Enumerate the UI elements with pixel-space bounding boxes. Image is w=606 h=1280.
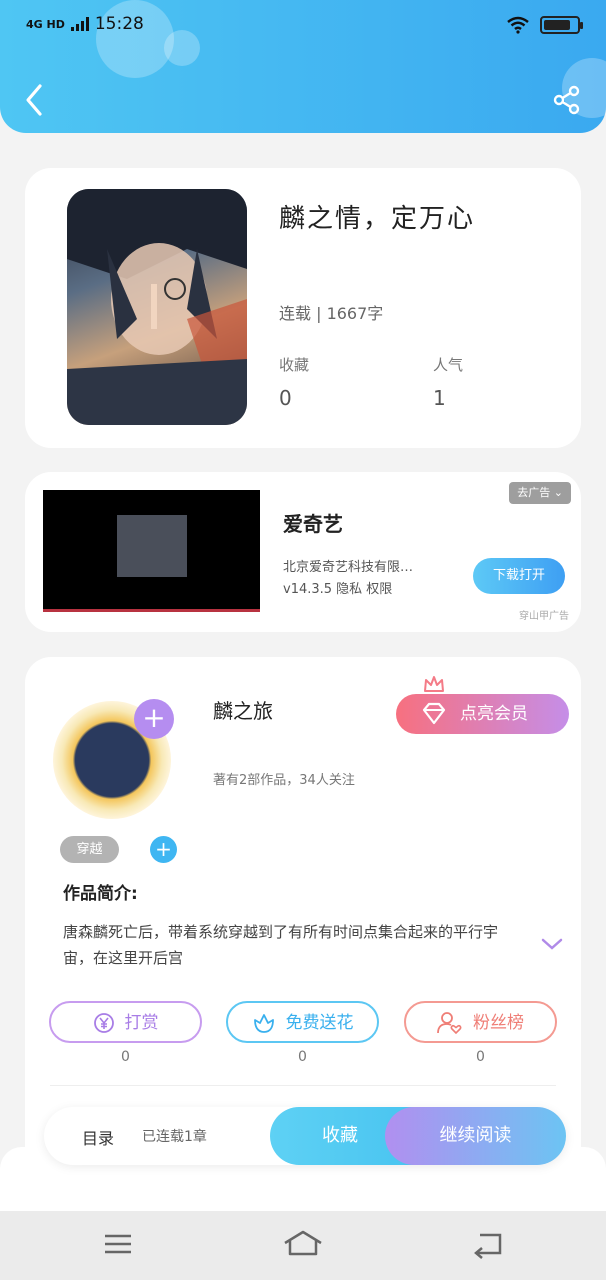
clock-time: 15:28 — [94, 14, 144, 34]
popularity-label: 人气 — [433, 356, 464, 374]
flower-count: 0 — [298, 1049, 307, 1065]
favorites-label: 收藏 — [279, 356, 310, 374]
ad-card[interactable]: 去广告 ⌄ 爱奇艺 北京爱奇艺科技有限… v14.3.5 隐私 权限 下载打开 … — [25, 472, 581, 632]
author-name: 麟之旅 — [213, 699, 273, 723]
chevron-left-icon — [26, 84, 42, 116]
reading-action-bar: 目录 已连载1章 收藏 继续阅读 — [44, 1107, 566, 1165]
book-title: 麟之情，定万心 — [279, 204, 476, 234]
share-button[interactable] — [552, 85, 582, 115]
crown-icon — [424, 676, 444, 692]
remove-ad-button[interactable]: 去广告 ⌄ — [509, 482, 571, 504]
wifi-icon — [507, 16, 529, 34]
book-cover-image[interactable] — [67, 189, 247, 425]
book-info-card: 麟之情，定万心 连载 | 1667字 收藏 0 人气 1 — [25, 168, 581, 448]
ad-download-button[interactable]: 下载打开 — [473, 558, 565, 594]
continue-reading-button[interactable]: 继续阅读 — [385, 1107, 566, 1165]
home-icon[interactable] — [283, 1229, 323, 1259]
ad-app-name: 爱奇艺 — [283, 512, 343, 536]
yen-icon — [93, 1013, 114, 1033]
signal-icon — [70, 17, 89, 31]
reward-count: 0 — [121, 1049, 130, 1065]
reward-label: 打赏 — [124, 1013, 159, 1033]
tag-pill[interactable]: 穿越 — [60, 836, 119, 863]
status-bar: 4G HD 15:28 — [26, 12, 583, 42]
battery-icon — [540, 16, 583, 34]
follow-plus-button[interactable]: + — [134, 699, 174, 739]
flower-icon — [253, 1014, 274, 1033]
cover-art — [67, 189, 247, 425]
back-nav-icon[interactable] — [472, 1229, 504, 1259]
ad-company: 北京爱奇艺科技有限… — [283, 560, 414, 575]
favorites-value: 0 — [279, 386, 292, 410]
network-indicator: 4G HD — [26, 19, 65, 30]
system-nav-bar — [0, 1211, 606, 1280]
chevron-down-icon[interactable] — [541, 937, 563, 951]
popularity-value: 1 — [433, 386, 446, 410]
book-status: 连载 | 1667字 — [279, 304, 384, 323]
divider — [50, 1085, 556, 1086]
send-flower-label: 免费送花 — [285, 1013, 354, 1033]
toc-status: 已连载1章 — [142, 1129, 207, 1145]
fans-ranking-button[interactable]: 粉丝榜 — [404, 1001, 557, 1043]
share-icon — [553, 85, 580, 115]
fans-count: 0 — [476, 1049, 485, 1065]
diamond-icon — [422, 702, 446, 725]
intro-text: 唐森麟死亡后，带着系统穿越到了有所有时间点集合起来的平行宇宙，在这里开后宫 — [63, 923, 499, 967]
back-button[interactable] — [20, 82, 50, 118]
add-tag-button[interactable]: + — [150, 836, 177, 863]
send-flower-button[interactable]: 免费送花 — [226, 1001, 379, 1043]
toc-button[interactable]: 目录 — [82, 1125, 114, 1149]
vip-button[interactable]: 点亮会员 — [396, 694, 569, 734]
ad-video-frame — [117, 515, 187, 577]
network-type: 4G HD — [26, 17, 65, 31]
vip-button-label: 点亮会员 — [460, 704, 528, 724]
intro-label: 作品简介: — [63, 884, 138, 904]
user-heart-icon — [437, 1012, 462, 1035]
ad-video-thumbnail[interactable] — [43, 490, 260, 612]
header-bar: 4G HD 15:28 — [0, 0, 606, 133]
fans-ranking-label: 粉丝榜 — [473, 1013, 524, 1033]
ad-source: 穿山甲广告 — [519, 611, 569, 622]
ad-meta: v14.3.5 隐私 权限 — [283, 582, 393, 597]
reward-button[interactable]: 打赏 — [49, 1001, 202, 1043]
author-stats: 著有2部作品，34人关注 — [213, 773, 355, 788]
menu-icon[interactable] — [103, 1229, 133, 1259]
